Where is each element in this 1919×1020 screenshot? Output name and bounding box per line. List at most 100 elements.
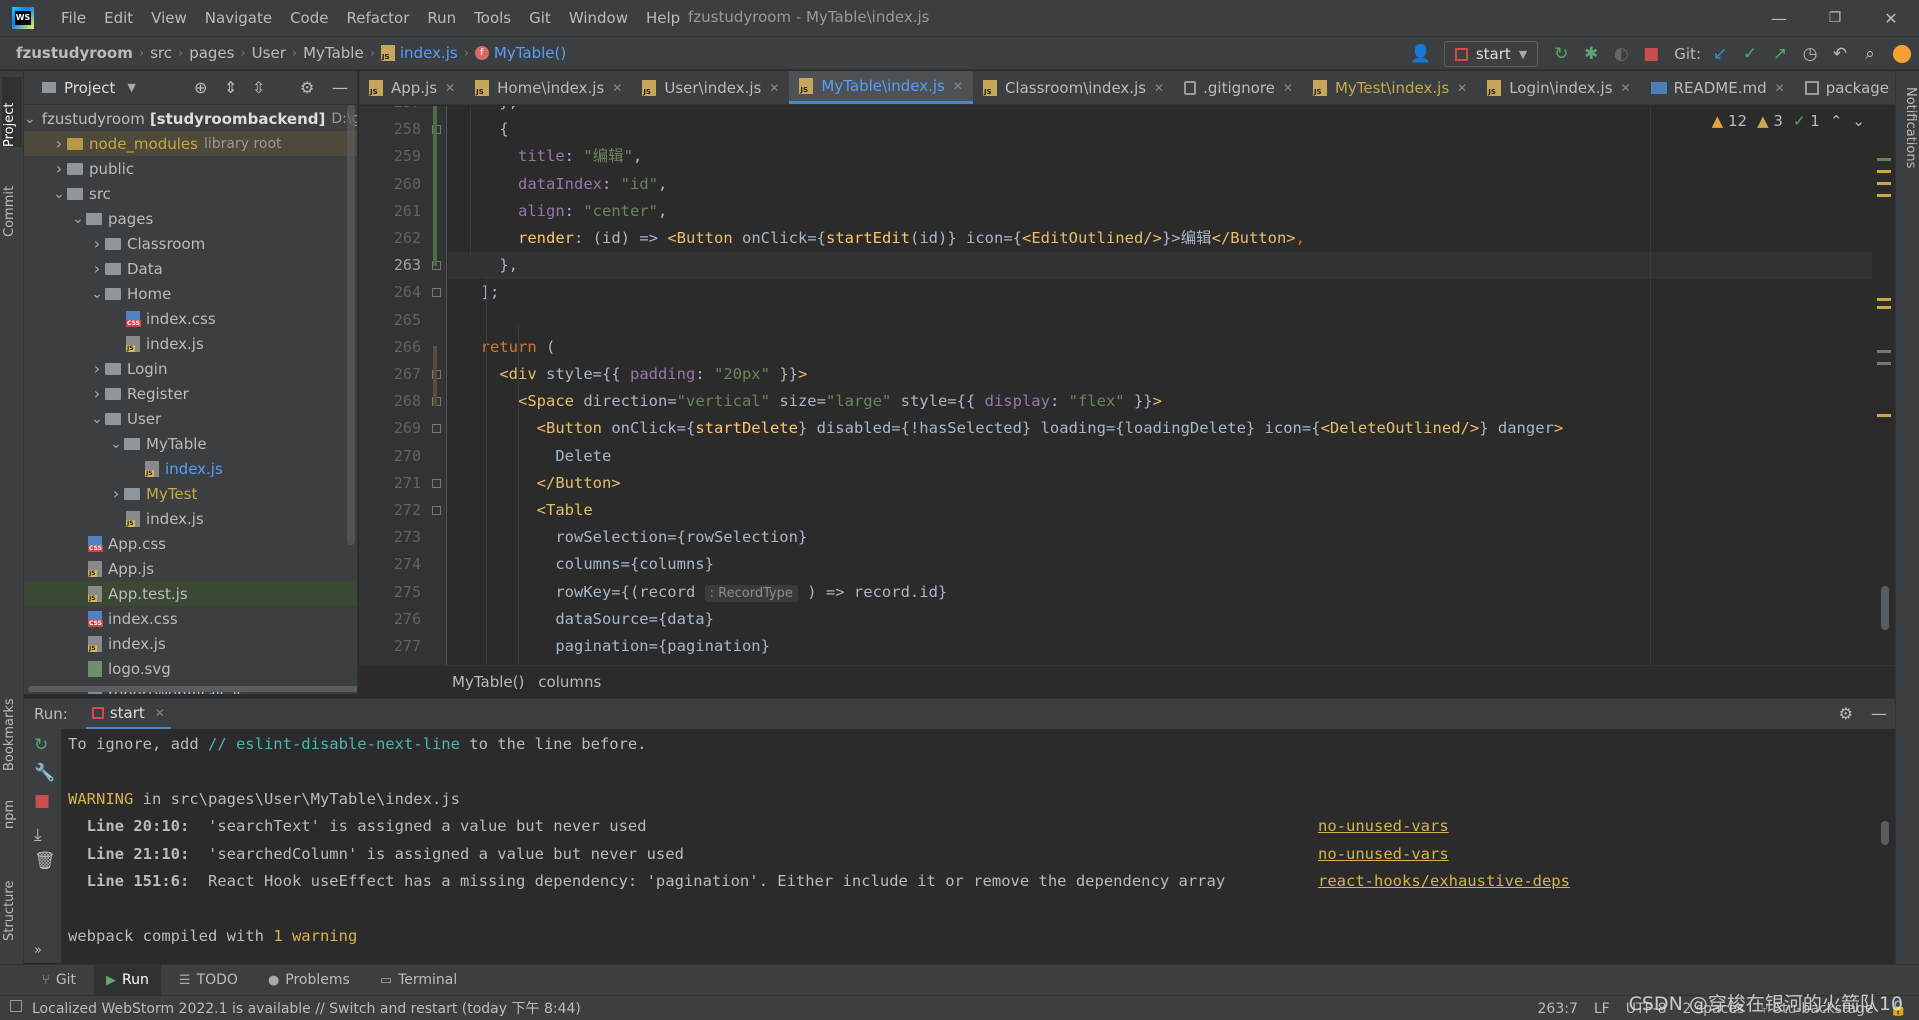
- tool-window-run[interactable]: ▶ Run: [94, 964, 161, 996]
- tree-item[interactable]: ⌄ User: [24, 406, 357, 431]
- code-line[interactable]: <div style={{ padding: "20px" }}>: [448, 361, 1872, 388]
- editor-tab[interactable]: Classroom\index.js ✕: [973, 71, 1174, 104]
- tree-item[interactable]: logo.svg: [24, 656, 357, 681]
- debug-icon[interactable]: ✱: [1576, 39, 1606, 69]
- weak-warnings-count[interactable]: ▲ 3: [1757, 112, 1783, 130]
- warning-mark[interactable]: [1877, 182, 1891, 185]
- editor-tab[interactable]: MyTable\index.js ✕: [789, 71, 973, 104]
- git-update-icon[interactable]: ↙: [1705, 39, 1735, 69]
- run-tab-start[interactable]: start ✕: [85, 699, 171, 730]
- gear-icon[interactable]: ⚙: [1839, 704, 1853, 723]
- close-icon[interactable]: ✕: [155, 706, 165, 720]
- info-mark[interactable]: [1877, 350, 1891, 353]
- editor-scrollbar[interactable]: [1881, 586, 1889, 630]
- change-mark[interactable]: [1877, 158, 1891, 161]
- close-icon[interactable]: ✕: [1621, 81, 1631, 95]
- tool-window-todo[interactable]: ☰ TODO: [167, 965, 250, 996]
- eslint-rule-link[interactable]: no-unused-vars: [1318, 841, 1449, 868]
- tree-item[interactable]: › MyTest: [24, 481, 357, 506]
- tree-item[interactable]: index.css: [24, 306, 357, 331]
- menu-edit[interactable]: Edit: [95, 0, 142, 36]
- editor-tab[interactable]: .gitignore ✕: [1174, 71, 1303, 104]
- close-icon[interactable]: ✕: [1154, 81, 1164, 95]
- fold-marker-icon[interactable]: [432, 424, 441, 434]
- warning-mark[interactable]: [1877, 306, 1891, 309]
- menu-run[interactable]: Run: [418, 0, 465, 36]
- stripe-tab-npm[interactable]: npm: [2, 789, 22, 829]
- code-area[interactable]: }, { title: "编辑", dataIndex: "id", align…: [448, 106, 1872, 665]
- chevron-right-icon[interactable]: ›: [51, 134, 67, 153]
- editor-tab[interactable]: App.js ✕: [359, 71, 465, 104]
- code-line[interactable]: ];: [448, 279, 1872, 306]
- stripe-tab-structure[interactable]: Structure: [2, 861, 22, 941]
- editor-tab[interactable]: README.md ✕: [1641, 71, 1795, 104]
- tool-window-terminal[interactable]: ▭ Terminal: [368, 965, 469, 996]
- code-line[interactable]: pagination={pagination}: [448, 633, 1872, 660]
- tree-item[interactable]: index.js: [24, 506, 357, 531]
- expand-all-icon[interactable]: ⇕: [224, 78, 237, 97]
- code-line[interactable]: Delete: [448, 443, 1872, 470]
- scroll-to-end-icon[interactable]: ⤓: [34, 825, 42, 845]
- status-message[interactable]: Localized WebStorm 2022.1 is available /…: [32, 998, 581, 1018]
- tree-item[interactable]: ⌄ src: [24, 181, 357, 206]
- code-line[interactable]: render: (id) => <Button onClick={startEd…: [448, 225, 1872, 252]
- breadcrumb-symbol[interactable]: f MyTable(): [471, 44, 570, 62]
- breadcrumb-user[interactable]: User: [248, 44, 290, 62]
- code-line[interactable]: rowKey={(record : RecordType ) => record…: [448, 579, 1872, 606]
- editor-tab[interactable]: Login\index.js ✕: [1477, 71, 1640, 104]
- layout-icon[interactable]: [10, 1000, 22, 1012]
- stop-icon[interactable]: ■: [34, 791, 50, 811]
- close-icon[interactable]: ✕: [612, 81, 622, 95]
- tree-item[interactable]: App.test.js: [24, 581, 357, 606]
- more-icon[interactable]: »: [34, 943, 42, 958]
- code-line[interactable]: <Space direction="vertical" size="large"…: [448, 388, 1872, 415]
- inspection-widget[interactable]: ▲ 12 ▲ 3 ✓ 1 ⌃ ⌄: [1712, 112, 1865, 130]
- code-line[interactable]: <Button onClick={startDelete} disabled={…: [448, 415, 1872, 442]
- locate-file-icon[interactable]: ⊕: [194, 78, 207, 97]
- code-line[interactable]: columns={columns}: [448, 551, 1872, 578]
- warning-mark[interactable]: [1877, 298, 1891, 301]
- editor-tab[interactable]: Home\index.js ✕: [465, 71, 632, 104]
- vcs-change-marker[interactable]: [433, 106, 437, 266]
- stripe-tab-commit[interactable]: Commit: [2, 167, 22, 237]
- tree-item[interactable]: ⌄ MyTable: [24, 431, 357, 456]
- wrench-icon[interactable]: 🔧: [34, 763, 55, 783]
- code-line[interactable]: },: [448, 252, 1872, 280]
- eslint-rule-link[interactable]: react-hooks/exhaustive-deps: [1318, 868, 1570, 895]
- minimize-button[interactable]: —: [1751, 0, 1807, 36]
- chevron-right-icon[interactable]: ›: [89, 359, 105, 378]
- editor-tab[interactable]: MyTest\index.js ✕: [1303, 71, 1477, 104]
- editor-crumb-mytable[interactable]: MyTable(): [452, 673, 524, 691]
- fold-marker-icon[interactable]: [432, 478, 441, 488]
- line-separator[interactable]: LF: [1594, 1001, 1610, 1017]
- maximize-button[interactable]: ❐: [1807, 0, 1863, 36]
- menu-git[interactable]: Git: [520, 0, 560, 36]
- tree-horizontal-scrollbar[interactable]: [28, 686, 357, 692]
- tree-item[interactable]: › Register: [24, 381, 357, 406]
- editor-tab[interactable]: User\index.js ✕: [632, 71, 789, 104]
- menu-help[interactable]: Help: [637, 0, 689, 36]
- fold-marker-icon[interactable]: [432, 288, 441, 298]
- chevron-down-icon[interactable]: ▼: [127, 81, 135, 94]
- warning-mark[interactable]: [1877, 170, 1891, 173]
- stripe-tab-project[interactable]: Project: [2, 77, 22, 147]
- breadcrumb-mytable[interactable]: MyTable: [299, 44, 368, 62]
- gear-icon[interactable]: ⚙: [300, 78, 314, 97]
- menu-file[interactable]: File: [52, 0, 95, 36]
- run-console[interactable]: To ignore, add // eslint-disable-next-li…: [62, 729, 1895, 963]
- rerun-icon[interactable]: ↻: [34, 735, 48, 755]
- tree-item[interactable]: index.css: [24, 606, 357, 631]
- caret-position[interactable]: 263:7: [1538, 1001, 1578, 1017]
- code-line[interactable]: dataIndex: "id",: [448, 171, 1872, 198]
- stop-icon[interactable]: ■: [1636, 39, 1666, 69]
- chevron-down-icon[interactable]: ⌄: [24, 111, 36, 127]
- menu-refactor[interactable]: Refactor: [337, 0, 418, 36]
- chevron-down-icon[interactable]: ⌄: [51, 186, 67, 202]
- breadcrumb-pages[interactable]: pages: [185, 44, 238, 62]
- code-editor[interactable]: 257 258 259 260 261 262 263 264 265 266 267 268 269 2…: [359, 106, 1895, 665]
- tree-item[interactable]: › Data: [24, 256, 357, 281]
- code-line[interactable]: </Button>: [448, 470, 1872, 497]
- tool-window-git[interactable]: ⑂ Git: [30, 965, 88, 996]
- menu-tools[interactable]: Tools: [465, 0, 520, 36]
- ok-count[interactable]: ✓ 1: [1793, 112, 1820, 130]
